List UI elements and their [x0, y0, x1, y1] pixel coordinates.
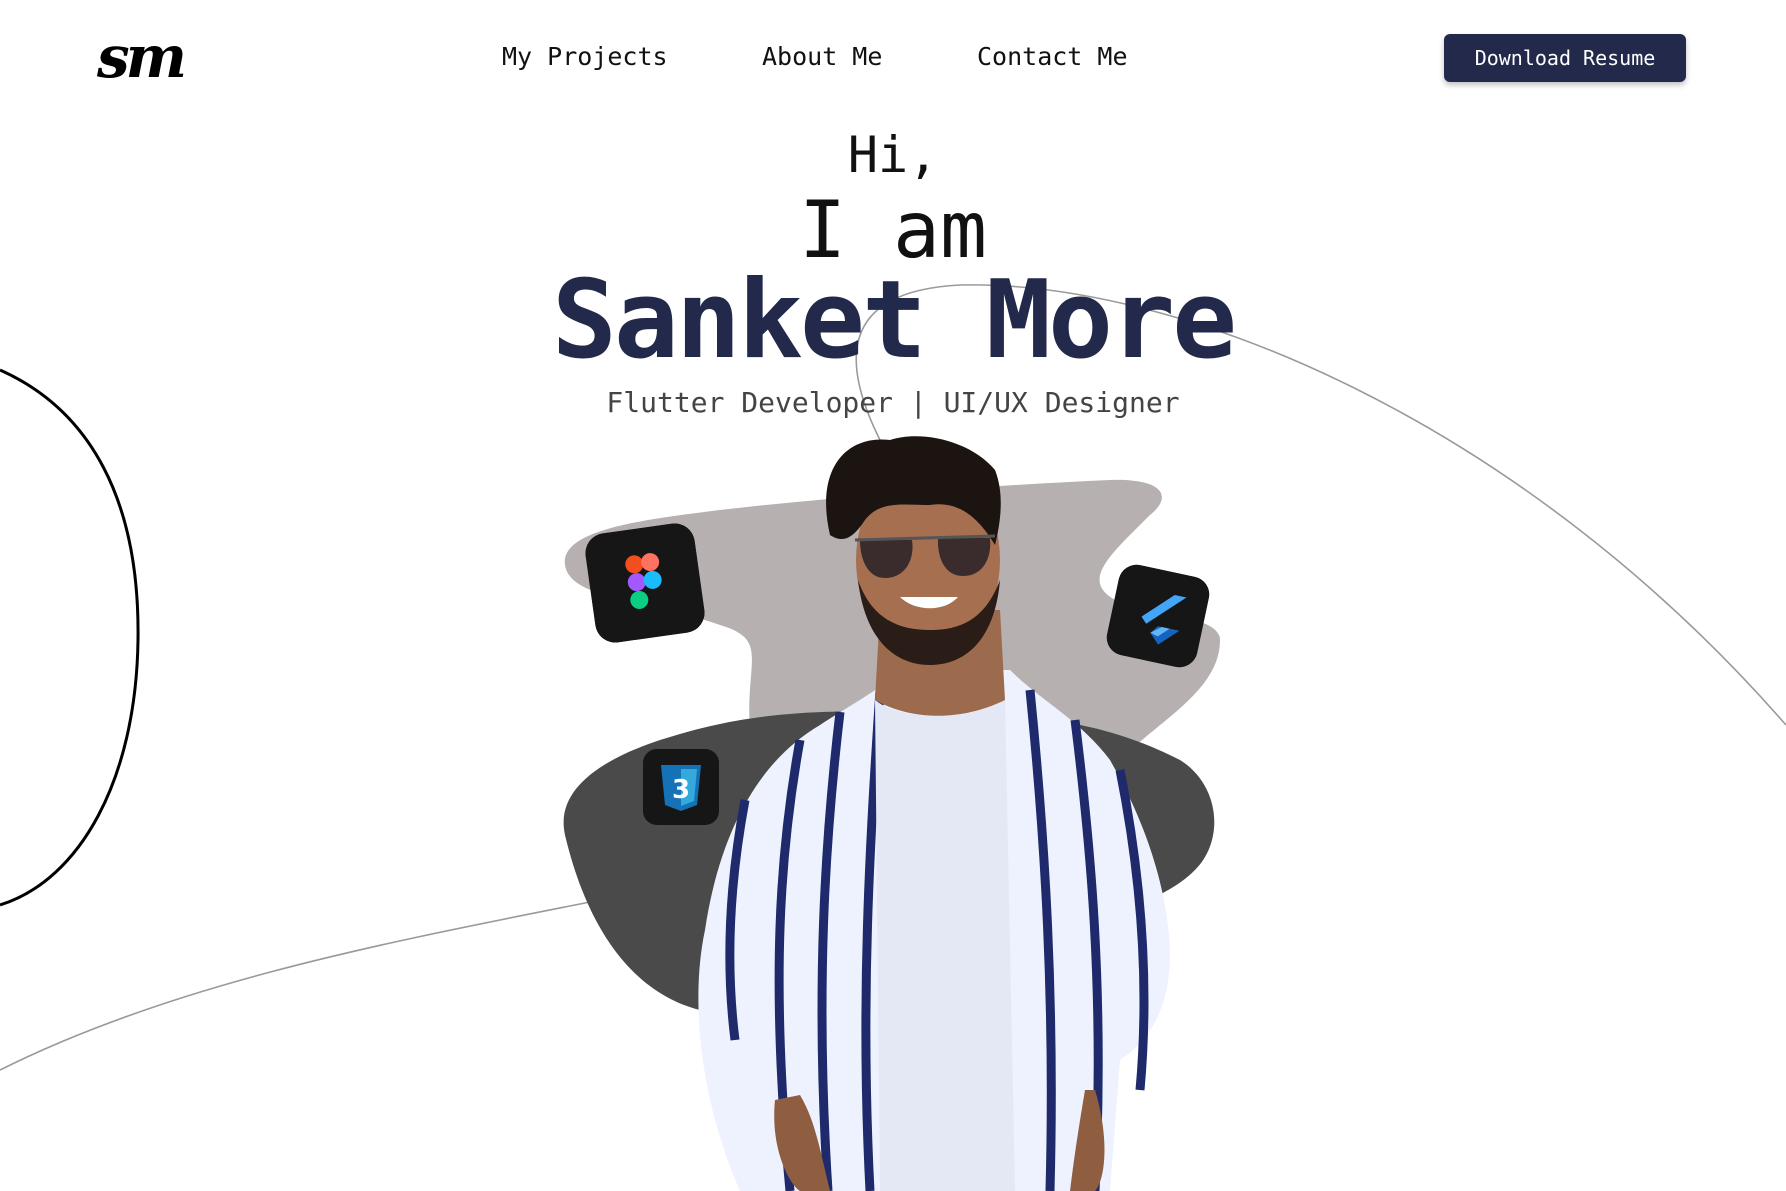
flutter-icon [1103, 561, 1213, 671]
portfolio-page: sm My Projects About Me Contact Me Downl… [0, 0, 1786, 1191]
svg-text:3: 3 [672, 775, 690, 805]
css3-icon: 3 [643, 749, 719, 825]
t-shirt [875, 700, 1015, 1191]
hero-illustration [563, 436, 1220, 1191]
figma-icon [582, 520, 708, 646]
